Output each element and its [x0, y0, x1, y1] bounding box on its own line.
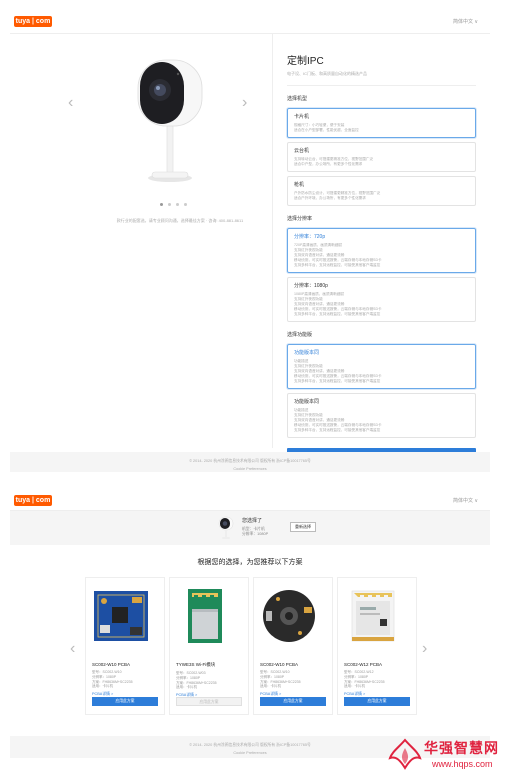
blue-pcb-image — [94, 591, 148, 641]
option-desc: 适合户外环境，办公场所，有更多个性化需求 — [294, 196, 366, 200]
footer-copyright: © 2014- 2020 杭州涂鸦信息技术有限公司 版权所有 浙ICP备1001… — [189, 459, 311, 463]
language-selector[interactable]: 简体中文 ∨ — [453, 497, 478, 504]
apply-solution-button[interactable]: 应用此方案 — [92, 697, 158, 706]
white-module-image — [351, 590, 395, 642]
carousel-dot[interactable] — [168, 203, 171, 206]
recommend-card[interactable]: SC002-W12 PCBA 型号：SC002-W12 分辨率：1080P 方案… — [337, 577, 417, 715]
carousel-dot[interactable] — [176, 203, 179, 206]
carousel-prev-icon[interactable]: ‹ — [68, 94, 73, 112]
card-detail: 适用：卡片机 — [92, 684, 113, 689]
card-detail: 适用：卡片机 — [260, 684, 281, 689]
recommend-card[interactable]: TYWE3S Wi-Fi模块 型号：SC002-W03 分辨率：1080P 方案… — [169, 577, 249, 715]
option-title: 功能版本同 — [294, 350, 320, 356]
card-name: SC002-W10 PCBA — [260, 662, 299, 667]
card-detail: 适用：卡片机 — [176, 685, 197, 690]
apply-solution-button[interactable]: 应用此方案 — [176, 697, 242, 706]
watermark: 华强智慧网 www.hqps.com — [384, 736, 514, 773]
option-title: 枪机 — [294, 182, 305, 188]
product-caption: 款行业的配套选，请专业顾问沟通，选择最佳方案 · 咨询: 400-881-861… — [116, 218, 244, 223]
option-title: 云台机 — [294, 148, 310, 154]
ipc-camera-image — [137, 59, 203, 182]
selection-title: 您选择了 — [242, 518, 263, 524]
option-desc: 适合在小户型部署，性能优越，全面监控 — [294, 128, 359, 132]
selection-resolution: 分辨率：1080P — [242, 532, 269, 536]
top-navbar: tuya | com 简体中文 ∨ — [10, 10, 490, 34]
recommend-card[interactable]: SC002-W10 PCBA 型号：SC002-W10 分辨率：1080P 方案… — [85, 577, 165, 715]
cookie-preferences-link[interactable]: Cookie Preferences — [10, 464, 490, 471]
option-title: 功能版本同 — [294, 399, 320, 405]
selection-summary: 您选择了 机型：卡片机 分辨率：1080P 重新选择 — [10, 511, 490, 545]
option-card-model[interactable]: 卡片机 规格尺寸：小巧轻便，便于安装 适合在小户型部署，性能优越，全面监控 — [287, 108, 476, 138]
option-card-resolution[interactable]: 分辨率：720p 720P高清画质，画质清晰细腻 支持红外夜视功能 支持双向语音… — [287, 228, 476, 273]
apply-solution-button[interactable]: 应用此方案 — [344, 697, 410, 706]
tuya-logo[interactable]: tuya | com — [14, 16, 52, 27]
top-navbar-2: tuya | com 简体中文 ∨ — [10, 491, 490, 511]
recommend-prev-icon[interactable]: ‹ — [70, 640, 75, 658]
watermark-logo-icon — [388, 738, 422, 770]
carousel-dot[interactable] — [184, 203, 187, 206]
watermark-text: 华强智慧网 — [424, 741, 499, 757]
card-name: SC002-W10 PCBA — [92, 662, 131, 667]
tuya-logo[interactable]: tuya | com — [14, 495, 52, 506]
option-card-model[interactable]: 云台机 支持转动云台，可搭建更精准方位，视野范围广泛 适合中户型，办公场所，有更… — [287, 142, 476, 172]
section-label-feature: 选择功能版 — [287, 332, 313, 338]
language-selector[interactable]: 简体中文 ∨ — [453, 18, 478, 25]
carousel-dot[interactable] — [160, 203, 163, 206]
option-card-feature[interactable]: 功能版本同 功能描述 支持红外夜视功能 支持双向语音对讲，通话更流畅 移动侦测，… — [287, 393, 476, 438]
recommend-title: 根据您的选择，为您推荐以下方案 — [197, 559, 303, 566]
round-pcb-image — [263, 590, 315, 642]
card-name: TYWE3S Wi-Fi模块 — [176, 662, 216, 667]
option-card-feature[interactable]: 功能版本同 功能描述 支持红外夜视功能 支持双向语音对讲，通话更流畅 移动侦测，… — [287, 344, 476, 389]
recommend-cards: SC002-W10 PCBA 型号：SC002-W10 分辨率：1080P 方案… — [85, 577, 417, 715]
carousel-dots — [160, 203, 187, 206]
reselect-button[interactable]: 重新选择 — [290, 522, 316, 532]
option-desc: 支持多种平台，支持远程监控，可接受其他客户端监控 — [294, 263, 381, 267]
wifi-module-image — [188, 589, 222, 643]
config-panel: 定制IPC 电子设、IC门板、和高质量自动化的精选产品 选择机型 卡片机 规格尺… — [272, 34, 490, 464]
recommend-card[interactable]: SC002-W10 PCBA 型号：SC002-W10 分辨率：1080P 方案… — [253, 577, 333, 715]
carousel-next-icon[interactable]: › — [242, 94, 247, 112]
option-card-resolution[interactable]: 分辨率：1080p 1080P高清画质，画质清晰细腻 支持红外夜视功能 支持双向… — [287, 277, 476, 322]
card-detail: 适用：卡片机 — [344, 684, 365, 689]
section-label-model: 选择机型 — [287, 96, 308, 102]
page-title: 定制IPC — [287, 56, 324, 67]
option-title: 卡片机 — [294, 114, 310, 120]
option-desc: 支持多种平台，支持远程监控，可接受其他客户端监控 — [294, 428, 381, 432]
option-desc: 支持多种平台，支持远程监控，可接受其他客户端监控 — [294, 312, 381, 316]
option-card-model[interactable]: 枪机 户外防水防尘设计，可搭建更精准方位，视野范围广泛 适合户外环境，办公场所，… — [287, 176, 476, 206]
option-desc: 适合中户型，办公场所，有更多个性化需求 — [294, 162, 363, 166]
card-name: SC002-W12 PCBA — [344, 662, 383, 667]
apply-solution-button[interactable]: 应用此方案 — [260, 697, 326, 706]
camera-thumbnail — [218, 516, 234, 539]
section-label-resolution: 选择分辨率 — [287, 216, 313, 222]
page-subtitle: 电子设、IC门板、和高质量自动化的精选产品 — [287, 71, 476, 86]
option-desc: 支持多种平台，支持远程监控，可接受其他客户端监控 — [294, 379, 381, 383]
product-preview: ‹ › 款行业的配套选，请专业顾问沟通，选择最佳方案 · 咨询: 400-881… — [10, 34, 272, 448]
footer: © 2014- 2020 杭州涂鸦信息技术有限公司 版权所有 浙ICP备1001… — [10, 452, 490, 472]
watermark-url: www.hqps.com — [432, 759, 493, 769]
option-title: 分辨率：1080p — [294, 283, 328, 289]
recommend-next-icon[interactable]: › — [422, 640, 427, 658]
option-title: 分辨率：720p — [294, 234, 326, 240]
